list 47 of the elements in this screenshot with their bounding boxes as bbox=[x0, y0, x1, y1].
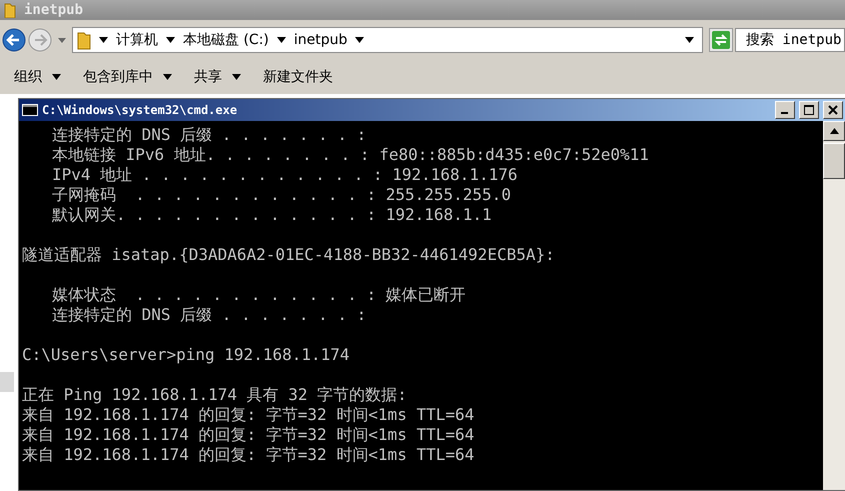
console-line: 来自 192.168.1.174 的回复: 字节=32 时间<1ms TTL=64 bbox=[22, 445, 474, 465]
toolbar-button[interactable]: 包含到库中 bbox=[75, 64, 180, 90]
back-button[interactable] bbox=[2, 28, 26, 52]
console-line: 正在 Ping 192.168.1.174 具有 32 字节的数据: bbox=[22, 385, 407, 405]
history-caret-icon[interactable] bbox=[58, 38, 66, 42]
close-icon[interactable] bbox=[828, 105, 838, 115]
scroll-up-arrow-icon[interactable] bbox=[830, 128, 838, 134]
scroll-thumb[interactable] bbox=[823, 143, 845, 179]
console-line: IPv4 地址 . . . . . . . . . . . . : 192.168.1.176 bbox=[51, 165, 518, 185]
maximize-icon[interactable] bbox=[804, 105, 814, 115]
refresh-button[interactable] bbox=[709, 28, 733, 52]
scroll-up-button[interactable] bbox=[823, 121, 845, 141]
minimize-button[interactable] bbox=[775, 101, 795, 119]
folder-icon bbox=[4, 2, 16, 18]
toolbar-button[interactable]: 新建文件夹 bbox=[255, 64, 341, 90]
caret-icon[interactable] bbox=[166, 37, 175, 43]
search-field[interactable]: 搜索 inetpub bbox=[735, 28, 845, 52]
window-title: inetpub bbox=[24, 2, 84, 18]
console-line: 来自 192.168.1.174 的回复: 字节=32 时间<1ms TTL=64 bbox=[22, 425, 474, 445]
toolbar-button[interactable]: 组织 bbox=[6, 64, 69, 90]
caret-icon[interactable] bbox=[52, 74, 61, 80]
toolbar-button[interactable]: 共享 bbox=[186, 64, 249, 90]
close-button[interactable] bbox=[823, 101, 843, 119]
scrollbar[interactable] bbox=[823, 121, 845, 490]
caret-icon[interactable] bbox=[276, 37, 286, 43]
console-icon bbox=[22, 104, 38, 116]
breadcrumb-item[interactable]: inetpub bbox=[294, 32, 348, 48]
dropdown-caret-icon[interactable] bbox=[685, 37, 694, 43]
breadcrumb-item[interactable]: 计算机 bbox=[116, 31, 158, 49]
console-line: 子网掩码 . . . . . . . . . . . . : 255.255.255.0 bbox=[51, 185, 511, 205]
console-title: C:\Windows\system32\cmd.exe bbox=[42, 103, 238, 117]
caret-icon[interactable] bbox=[99, 37, 108, 43]
console-line: 隧道适配器 isatap.{D3ADA6A2-01EC-4188-BB32-4461492ECB5A}: bbox=[22, 245, 555, 265]
console-line: 媒体状态 . . . . . . . . . . . . : 媒体已断开 bbox=[51, 285, 466, 305]
console-line: 本地链接 IPv6 地址. . . . . . . . : fe80::885b:d435:e0c7:52e0%11 bbox=[51, 145, 649, 165]
caret-icon[interactable] bbox=[355, 37, 364, 43]
caret-icon[interactable] bbox=[232, 74, 241, 80]
console-line: 来自 192.168.1.174 的回复: 字节=32 时间<1ms TTL=64 bbox=[22, 405, 474, 425]
console-line: 连接特定的 DNS 后缀 . . . . . . . : bbox=[51, 305, 366, 325]
folder-icon bbox=[77, 30, 91, 50]
address-bar[interactable]: 计算机 本地磁盘 (C:) inetpub bbox=[72, 27, 703, 53]
caret-icon[interactable] bbox=[163, 74, 172, 80]
maximize-button[interactable] bbox=[799, 101, 819, 119]
console-line: C:\Users\server>ping 192.168.1.174 bbox=[22, 345, 350, 365]
console-line: 连接特定的 DNS 后缀 . . . . . . . : bbox=[51, 125, 366, 145]
console-line: 默认网关. . . . . . . . . . . . . : 192.168.1.1 bbox=[51, 205, 492, 225]
breadcrumb-item[interactable]: 本地磁盘 (C:) bbox=[183, 31, 269, 49]
